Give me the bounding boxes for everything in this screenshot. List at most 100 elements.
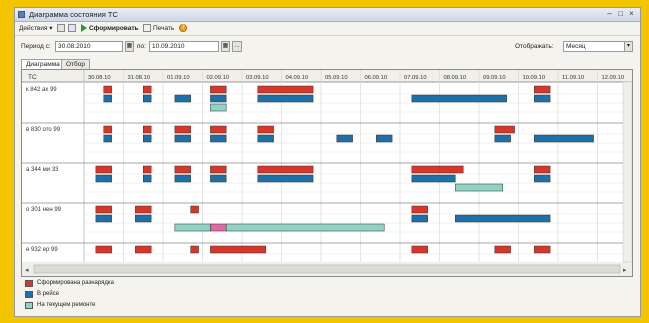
tab-filter[interactable]: Отбор bbox=[61, 59, 90, 69]
status-bar-trip[interactable] bbox=[376, 134, 393, 143]
window-icon bbox=[18, 11, 25, 18]
status-bar-formed[interactable] bbox=[190, 205, 199, 214]
date-header-label: 07.09.10 bbox=[404, 75, 427, 81]
status-bar-formed[interactable] bbox=[210, 165, 227, 174]
legend-swatch-formed bbox=[25, 280, 33, 287]
status-bar-trip[interactable] bbox=[103, 94, 112, 103]
status-bar-formed[interactable] bbox=[190, 245, 199, 254]
minimize-button[interactable]: – bbox=[605, 9, 614, 18]
display-label: Отображать: bbox=[515, 43, 554, 50]
status-bar-formed[interactable] bbox=[411, 205, 428, 214]
status-bar-formed[interactable] bbox=[411, 165, 464, 174]
status-bar-trip[interactable] bbox=[534, 94, 551, 103]
vehicle-label: в 830 ото 99 bbox=[26, 127, 61, 133]
period-from-label: Период с: bbox=[21, 43, 51, 50]
status-bar-formed[interactable] bbox=[95, 245, 112, 254]
status-bar-formed[interactable] bbox=[210, 245, 266, 254]
actions-menu[interactable]: Действия ▾ bbox=[19, 24, 53, 33]
play-icon bbox=[81, 24, 87, 32]
status-bar-formed[interactable] bbox=[135, 245, 152, 254]
status-bar-trip[interactable] bbox=[411, 174, 456, 183]
status-bar-formed[interactable] bbox=[534, 245, 551, 254]
status-bar-trip[interactable] bbox=[95, 174, 112, 183]
settings-icon[interactable] bbox=[68, 24, 76, 32]
close-button[interactable]: × bbox=[627, 9, 636, 18]
status-bar-formed[interactable] bbox=[210, 85, 227, 94]
print-button[interactable]: Печать bbox=[153, 24, 174, 33]
status-bar-formed[interactable] bbox=[143, 125, 152, 134]
date-header-label: 12.09.10 bbox=[602, 75, 625, 81]
status-bar-formed[interactable] bbox=[95, 205, 112, 214]
help-button[interactable]: ? bbox=[179, 24, 187, 32]
maximize-button[interactable]: □ bbox=[616, 9, 625, 18]
status-bar-trip[interactable] bbox=[257, 94, 314, 103]
status-bar-repair[interactable] bbox=[174, 223, 211, 232]
status-bar-trip[interactable] bbox=[411, 94, 507, 103]
status-bar-formed[interactable] bbox=[257, 165, 314, 174]
status-bar-trip[interactable] bbox=[143, 134, 152, 143]
calendar-to-icon[interactable]: ▦ bbox=[221, 41, 230, 52]
status-bar-repair-alt[interactable] bbox=[210, 223, 227, 232]
status-bar-formed[interactable] bbox=[257, 125, 274, 134]
date-header-label: 31.08.10 bbox=[128, 75, 151, 81]
status-bar-trip[interactable] bbox=[135, 214, 152, 223]
status-bar-formed[interactable] bbox=[135, 205, 152, 214]
status-bar-formed[interactable] bbox=[143, 85, 152, 94]
status-bar-formed[interactable] bbox=[494, 125, 515, 134]
date-header-label: 09.09.10 bbox=[483, 75, 506, 81]
period-select-button[interactable]: … bbox=[232, 41, 242, 52]
scroll-right-icon[interactable]: ▸ bbox=[623, 267, 627, 274]
period-from-input[interactable]: 30.08.2010 bbox=[55, 41, 123, 52]
status-bar-trip[interactable] bbox=[210, 174, 227, 183]
status-bar-formed[interactable] bbox=[103, 85, 112, 94]
status-bar-trip[interactable] bbox=[257, 174, 314, 183]
status-bar-trip[interactable] bbox=[210, 94, 227, 103]
toolbar: Действия ▾ Сформировать Печать ? bbox=[15, 22, 640, 36]
status-bar-formed[interactable] bbox=[103, 125, 112, 134]
refresh-icon[interactable] bbox=[57, 24, 65, 32]
tab-diagram[interactable]: Диаграмма bbox=[21, 59, 65, 69]
status-bar-trip[interactable] bbox=[411, 214, 428, 223]
status-bar-repair[interactable] bbox=[455, 183, 503, 192]
generate-button[interactable]: Сформировать bbox=[89, 24, 139, 33]
status-bar-trip[interactable] bbox=[103, 134, 112, 143]
display-select[interactable]: Месяц bbox=[563, 41, 633, 52]
status-bar-formed[interactable] bbox=[534, 165, 551, 174]
status-bar-trip[interactable] bbox=[143, 174, 152, 183]
status-bar-repair[interactable] bbox=[225, 223, 385, 232]
status-bar-trip[interactable] bbox=[336, 134, 353, 143]
chevron-down-icon[interactable]: ▾ bbox=[624, 41, 633, 52]
printer-icon bbox=[143, 24, 151, 32]
status-bar-formed[interactable] bbox=[210, 125, 227, 134]
status-bar-formed[interactable] bbox=[534, 85, 551, 94]
status-bar-formed[interactable] bbox=[95, 165, 112, 174]
status-bar-formed[interactable] bbox=[174, 165, 191, 174]
status-bar-trip[interactable] bbox=[494, 134, 511, 143]
legend-label-repair: На текущем ремонте bbox=[37, 302, 96, 308]
calendar-from-icon[interactable]: ▦ bbox=[125, 41, 134, 52]
status-bar-formed[interactable] bbox=[494, 245, 511, 254]
status-bar-trip[interactable] bbox=[534, 134, 594, 143]
status-bar-formed[interactable] bbox=[143, 165, 152, 174]
status-bar-trip[interactable] bbox=[174, 94, 191, 103]
legend-swatch-trip bbox=[25, 291, 33, 298]
status-bar-trip[interactable] bbox=[174, 174, 191, 183]
status-bar-formed[interactable] bbox=[174, 125, 191, 134]
period-to-input[interactable]: 10.09.2010 bbox=[149, 41, 219, 52]
vehicle-label: е 932 ер 99 bbox=[26, 247, 58, 253]
status-bar-trip[interactable] bbox=[455, 214, 551, 223]
status-bar-trip[interactable] bbox=[257, 134, 274, 143]
v-scrollbar-track[interactable] bbox=[622, 81, 632, 263]
status-bar-trip[interactable] bbox=[143, 94, 152, 103]
status-bar-trip[interactable] bbox=[534, 174, 551, 183]
status-bar-formed[interactable] bbox=[411, 245, 428, 254]
status-bar-trip[interactable] bbox=[210, 134, 227, 143]
filter-row: Период с: 30.08.2010 ▦ по: 10.09.2010 ▦ … bbox=[15, 41, 640, 53]
date-header-label: 11.09.10 bbox=[562, 75, 584, 81]
h-scrollbar-thumb[interactable] bbox=[33, 264, 621, 274]
status-bar-trip[interactable] bbox=[95, 214, 112, 223]
status-bar-formed[interactable] bbox=[257, 85, 314, 94]
status-bar-trip[interactable] bbox=[174, 134, 191, 143]
scroll-left-icon[interactable]: ◂ bbox=[25, 267, 29, 274]
status-bar-repair[interactable] bbox=[210, 103, 227, 112]
